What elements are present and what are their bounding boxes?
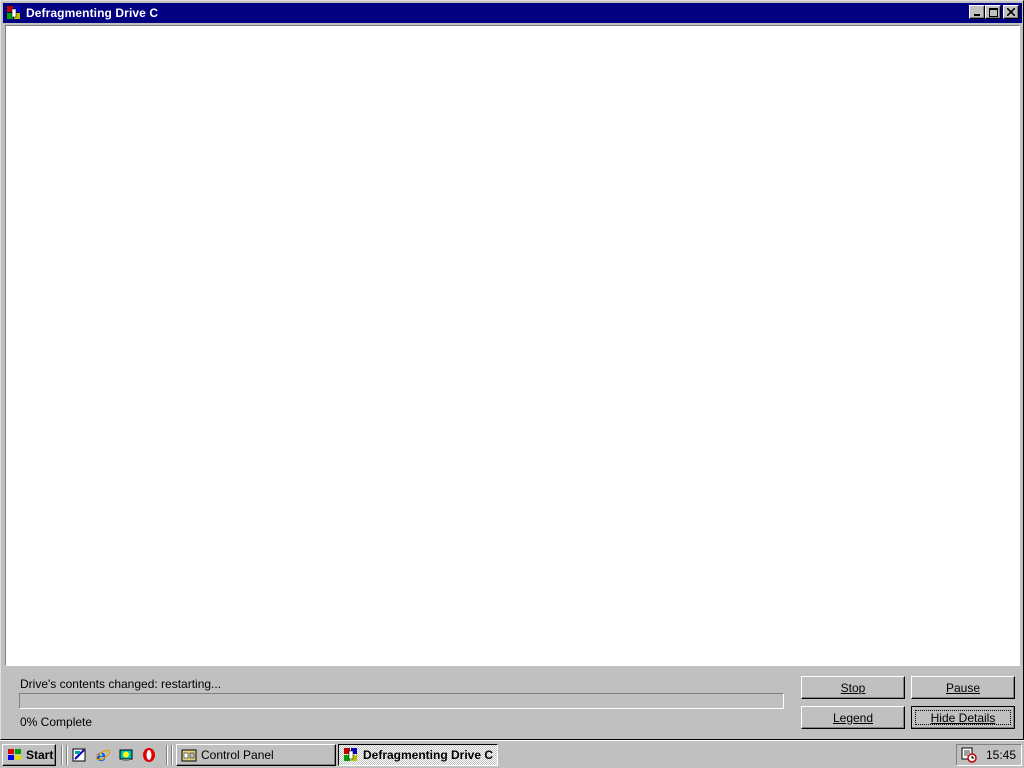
task-control-panel[interactable]: Control Panel	[176, 744, 336, 766]
title-bar[interactable]: Defragmenting Drive C	[3, 3, 1022, 23]
progress-bar	[19, 693, 784, 709]
defrag-window: Defragmenting Drive C Drive's contents c…	[0, 0, 1024, 740]
close-icon	[1007, 8, 1015, 16]
taskbar-separator	[61, 745, 63, 765]
defrag-app-icon	[344, 748, 357, 761]
maximize-icon	[988, 7, 998, 17]
taskbar-separator	[171, 745, 173, 765]
internet-explorer-icon[interactable]: e	[95, 747, 111, 763]
hide-details-button[interactable]: Hide Details	[911, 706, 1015, 729]
window-title: Defragmenting Drive C	[26, 6, 159, 20]
task-defragmenting-drive-c[interactable]: Defragmenting Drive C	[338, 744, 498, 766]
maximize-button[interactable]	[985, 5, 1001, 19]
taskbar-separator	[66, 745, 68, 765]
legend-button-label: Legend	[832, 710, 874, 725]
taskbar: Start e Control Panel Defragmenting Driv…	[0, 740, 1024, 768]
stop-button-label: Stop	[840, 680, 866, 695]
task-label: Defragmenting Drive C	[363, 748, 494, 762]
status-text: Drive's contents changed: restarting...	[20, 677, 222, 691]
control-panel-icon	[181, 749, 197, 762]
drive-map-area	[5, 25, 1020, 666]
clock[interactable]: 15:45	[986, 748, 1016, 762]
hide-details-button-label: Hide Details	[930, 710, 996, 725]
start-label: Start	[26, 748, 54, 762]
pause-button-label: Pause	[945, 680, 981, 695]
close-button[interactable]	[1003, 5, 1019, 19]
task-label: Control Panel	[201, 748, 274, 762]
stop-button[interactable]: Stop	[801, 676, 905, 699]
minimize-button[interactable]	[969, 5, 985, 19]
start-button[interactable]: Start	[2, 744, 56, 766]
percent-complete-label: 0% Complete	[20, 715, 93, 729]
legend-button[interactable]: Legend	[801, 706, 905, 729]
defrag-app-icon[interactable]	[6, 5, 22, 21]
task-scheduler-icon[interactable]	[961, 747, 977, 763]
system-tray: 15:45	[956, 744, 1022, 766]
show-desktop-icon[interactable]	[72, 747, 88, 763]
pause-button[interactable]: Pause	[911, 676, 1015, 699]
windows-logo-icon	[8, 749, 21, 760]
taskbar-separator	[166, 745, 168, 765]
minimize-icon	[974, 14, 980, 16]
channels-icon[interactable]	[118, 747, 134, 763]
opera-icon[interactable]	[141, 747, 157, 763]
